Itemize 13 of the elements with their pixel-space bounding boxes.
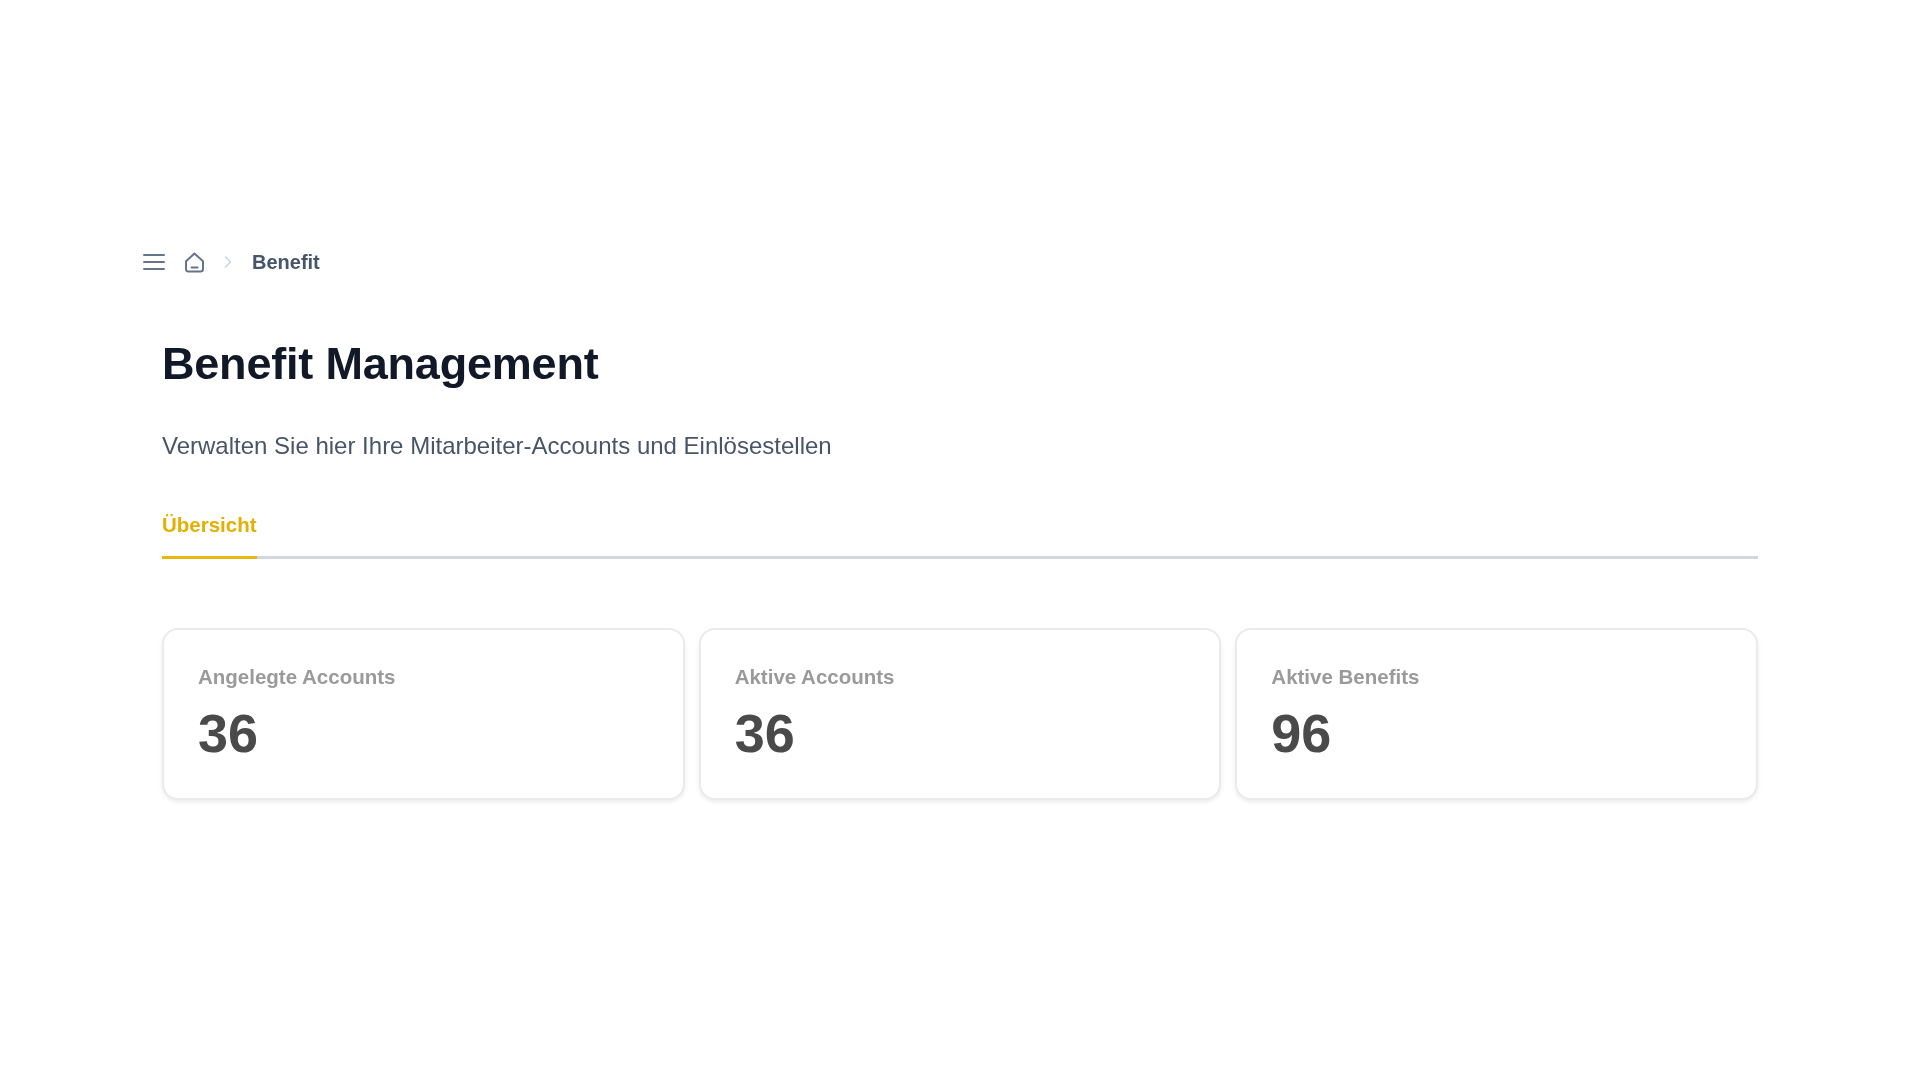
menu-icon[interactable] [143, 253, 165, 271]
stat-label: Aktive Accounts [734, 664, 895, 690]
breadcrumb-current: Benefit [252, 250, 320, 274]
stat-value: 36 [734, 703, 795, 763]
tab[interactable]: Übersicht [162, 513, 257, 559]
stat-label: Angelegte Accounts [198, 664, 396, 690]
stat-label: Aktive Benefits [1271, 664, 1420, 690]
chevron-right-icon [224, 256, 232, 268]
page-title: Benefit Management [162, 337, 600, 391]
stat-value: 96 [1271, 703, 1332, 763]
home-icon[interactable] [184, 251, 205, 273]
page-subtitle: Verwalten Sie hier Ihre Mitarbeiter-Accounts und Einlösestellen [162, 431, 833, 461]
stat-value: 36 [198, 703, 259, 763]
